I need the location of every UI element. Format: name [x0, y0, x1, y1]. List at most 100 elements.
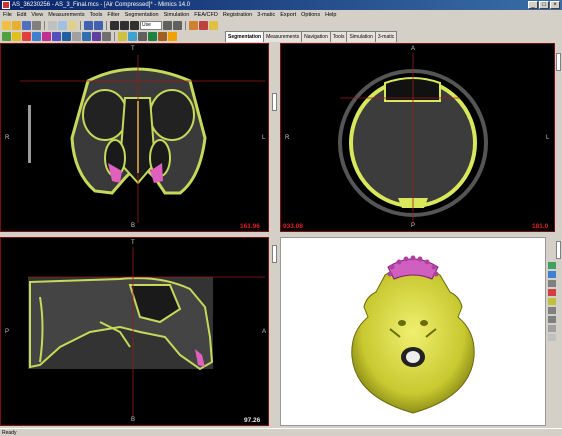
menu-options[interactable]: Options — [301, 10, 320, 20]
coronal-label-left: R — [5, 135, 10, 141]
tab-simulation[interactable]: Simulation — [346, 31, 376, 42]
maximize-button[interactable]: □ — [539, 1, 549, 9]
cut-icon[interactable] — [48, 21, 57, 30]
coronal-scroll-thumb[interactable] — [272, 93, 277, 111]
light-source-icon[interactable] — [548, 316, 556, 323]
region-grow-icon[interactable] — [12, 32, 21, 41]
view-3d-icon[interactable] — [548, 262, 556, 269]
layout-icon[interactable] — [189, 21, 198, 30]
zoom-in-icon[interactable] — [163, 21, 172, 30]
menu-file[interactable]: File — [3, 10, 12, 20]
3d-tool-palette — [548, 262, 560, 341]
zoom-select[interactable]: Use — [140, 21, 162, 30]
light-icon[interactable] — [168, 32, 177, 41]
camera-icon[interactable] — [548, 325, 556, 332]
contrast-icon[interactable] — [199, 21, 208, 30]
coronal-ct-image — [0, 43, 269, 232]
axial-label-bottom: P — [411, 223, 416, 229]
undo-icon[interactable] — [84, 21, 93, 30]
contour-icon[interactable] — [138, 32, 147, 41]
open-folder-icon[interactable] — [12, 21, 21, 30]
edit-mask-icon[interactable] — [22, 32, 31, 41]
transparency-icon[interactable] — [548, 298, 556, 305]
axial-slice-value-right: 181.0 — [532, 223, 549, 230]
menu-help[interactable]: Help — [325, 10, 336, 20]
menu-fea-cfd[interactable]: FEA/CFD — [194, 10, 218, 20]
split-mask-icon[interactable] — [118, 32, 127, 41]
morphology-icon[interactable] — [52, 32, 61, 41]
menu-export[interactable]: Export — [280, 10, 296, 20]
crop-mask-icon[interactable] — [102, 32, 111, 41]
polyline-icon[interactable] — [128, 32, 137, 41]
copy-icon[interactable] — [58, 21, 67, 30]
menu-registration[interactable]: Registration — [223, 10, 252, 20]
pan-3d-icon[interactable] — [548, 280, 556, 287]
menu-3matic[interactable]: 3-matic — [257, 10, 275, 20]
rotate-3d-icon[interactable] — [548, 271, 556, 278]
menu-view[interactable]: View — [31, 10, 43, 20]
axial-viewport[interactable]: A P R L 933.08 181.0 — [280, 43, 555, 232]
coronal-viewport[interactable]: T B R L 161.96 — [0, 43, 269, 232]
axial-scrollbar[interactable] — [555, 43, 562, 232]
menu-simulation[interactable]: Simulation — [164, 10, 190, 20]
menu-edit[interactable]: Edit — [17, 10, 26, 20]
coronal-label-top: T — [131, 46, 135, 52]
sagittal-label-right: A — [262, 329, 267, 335]
sagittal-scrollbar[interactable] — [271, 237, 278, 426]
print-icon[interactable] — [32, 21, 41, 30]
status-text: Ready — [2, 430, 17, 436]
tab-3matic[interactable]: 3-matic — [374, 31, 398, 42]
tab-measurements[interactable]: Measurements — [263, 31, 303, 42]
smart-fill-icon[interactable] — [72, 32, 81, 41]
object-icon[interactable] — [148, 32, 157, 41]
main-toolbar: Use — [0, 20, 562, 31]
menu-filter[interactable]: Filter — [107, 10, 119, 20]
menu-measurements[interactable]: Measurements — [48, 10, 84, 20]
rotate-icon[interactable] — [110, 21, 119, 30]
move-icon[interactable] — [548, 307, 556, 314]
toolbar-separator — [44, 21, 45, 30]
export-icon[interactable] — [158, 32, 167, 41]
sagittal-slice-value: 97.26 — [244, 417, 261, 424]
tab-navigation[interactable]: Navigation — [301, 31, 331, 42]
axial-label-right: L — [546, 135, 550, 141]
toolbar-separator — [185, 21, 186, 30]
sagittal-label-bottom: B — [131, 417, 136, 423]
menu-bar: File Edit View Measurements Tools Filter… — [0, 10, 562, 20]
save-icon[interactable] — [22, 21, 31, 30]
menu-segmentation[interactable]: Segmentation — [125, 10, 159, 20]
multi-slice-edit-icon[interactable] — [32, 32, 41, 41]
coronal-scrollbar[interactable] — [271, 43, 278, 232]
axial-slice-value-left: 933.08 — [283, 223, 303, 230]
zoom-out-icon[interactable] — [173, 21, 182, 30]
status-bar: Ready — [0, 428, 562, 436]
axial-ct-image — [280, 43, 555, 232]
dynamic-region-icon[interactable] — [92, 32, 101, 41]
minimize-button[interactable]: _ — [528, 1, 538, 9]
new-project-icon[interactable] — [2, 21, 11, 30]
pan-icon[interactable] — [120, 21, 129, 30]
3d-scroll-thumb[interactable] — [556, 241, 561, 259]
threshold-icon[interactable] — [2, 32, 11, 41]
sagittal-viewport[interactable]: T B P A 97.26 — [0, 237, 269, 426]
sagittal-scroll-thumb[interactable] — [272, 245, 277, 263]
sagittal-ct-image — [0, 237, 269, 426]
3d-viewport[interactable] — [280, 237, 546, 426]
window-controls: _ □ × — [528, 1, 560, 9]
cavity-fill-icon[interactable] — [62, 32, 71, 41]
clip-icon[interactable] — [548, 289, 556, 296]
close-button[interactable]: × — [550, 1, 560, 9]
tab-segmentation[interactable]: Segmentation — [225, 31, 265, 42]
tab-tools[interactable]: Tools — [329, 31, 348, 42]
calculate-3d-icon[interactable] — [82, 32, 91, 41]
redo-icon[interactable] — [94, 21, 103, 30]
coronal-slice-value: 161.96 — [240, 223, 260, 230]
window-title: AS_36230256 - AS_3_Final.mcs - [Air Comp… — [12, 2, 191, 8]
reset-view-icon[interactable] — [548, 334, 556, 341]
menu-tools[interactable]: Tools — [90, 10, 103, 20]
boolean-icon[interactable] — [42, 32, 51, 41]
measure-icon[interactable] — [209, 21, 218, 30]
paste-icon[interactable] — [68, 21, 77, 30]
axial-scroll-thumb[interactable] — [556, 53, 561, 71]
zoom-icon[interactable] — [130, 21, 139, 30]
